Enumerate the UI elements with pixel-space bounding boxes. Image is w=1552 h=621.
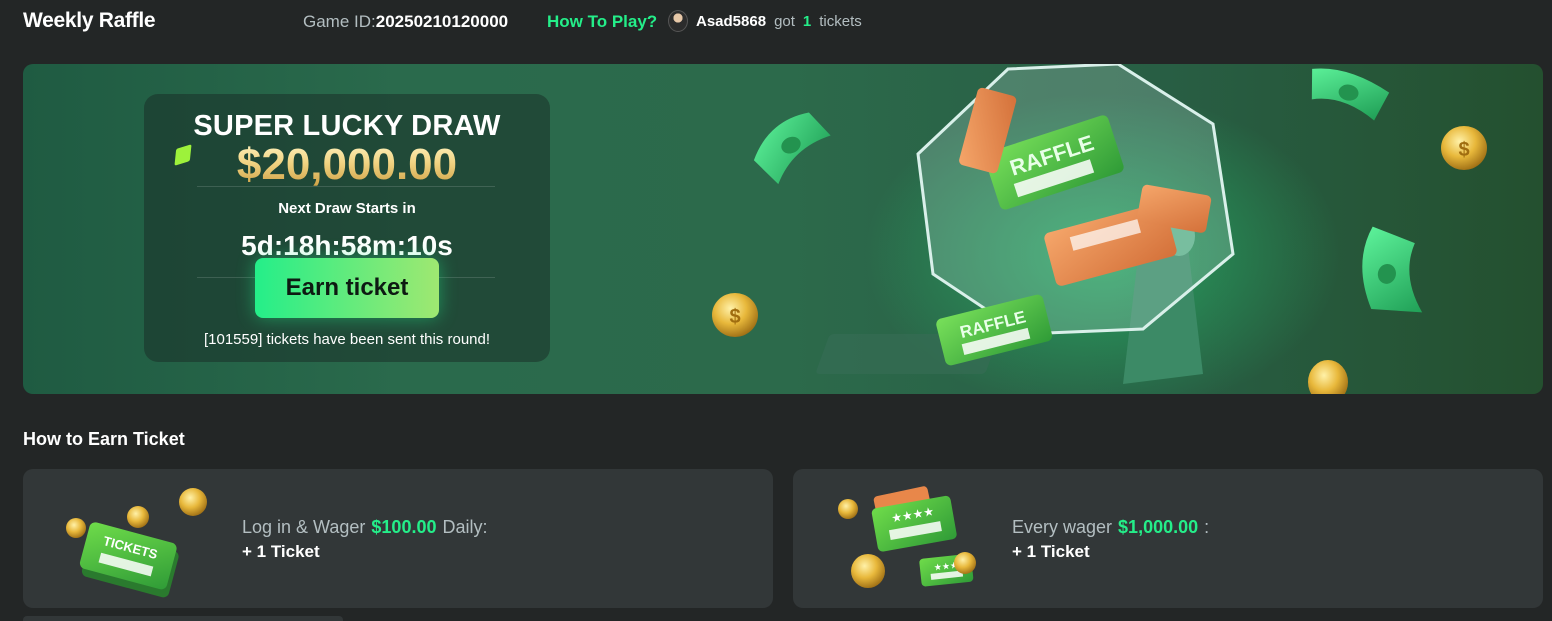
earn-card-daily: TICKETS Log in & Wager $100.00 Daily: + 1 … [23, 469, 773, 608]
divider [197, 186, 495, 187]
game-id: Game ID:20250210120000 [303, 12, 508, 32]
page-title: Weekly Raffle [23, 9, 156, 32]
how-to-play-link[interactable]: How To Play? [547, 12, 657, 32]
rule-prefix: Log in & Wager [242, 517, 366, 537]
rule-reward: + 1 Ticket [242, 542, 320, 561]
ticker-count: 1 [802, 12, 812, 30]
raffle-banner: $ $ RAFFLE RAFFLE SUPER LUCKY DRAW $20,0… [23, 64, 1543, 394]
prize-amount: $20,000.00 [144, 140, 550, 190]
cash-icon [1362, 226, 1423, 313]
draw-title: SUPER LUCKY DRAW [193, 110, 501, 142]
raffle-drum-icon: RAFFLE RAFFLE [816, 64, 1235, 384]
ticker-username: Asad5868 [696, 12, 767, 30]
cash-icon [753, 112, 831, 185]
draw-info-card: SUPER LUCKY DRAW $20,000.00 Next Draw St… [144, 94, 550, 362]
tickets-sent-info: [101559] tickets have been sent this rou… [203, 331, 491, 348]
earn-rule-text: Every wager $1,000.00: [1012, 517, 1209, 538]
rule-amount: $1,000.00 [1118, 517, 1199, 537]
section-title: How to Earn Ticket [23, 429, 185, 449]
earn-ticket-button[interactable]: Earn ticket [255, 258, 439, 318]
rule-reward: + 1 Ticket [1012, 542, 1090, 561]
next-draw-label: Next Draw Starts in [278, 200, 416, 217]
svg-text:$: $ [1458, 139, 1469, 161]
earn-card-wager: ★★★★ ★★★ Every wager $1,000.00: + 1 Ticke… [793, 469, 1543, 608]
avatar [668, 10, 688, 32]
game-id-value: 20250210120000 [375, 12, 509, 31]
top-bar: Weekly Raffle Game ID:20250210120000 How… [0, 0, 1552, 44]
ticker-got: got [774, 12, 795, 30]
coin-icon: $ [1441, 126, 1487, 170]
tickets-coins-icon: ★★★★ ★★★ [838, 486, 976, 588]
rule-prefix: Every wager [1012, 517, 1113, 537]
svg-text:$: $ [729, 306, 740, 328]
game-id-label: Game ID: [303, 12, 376, 31]
winner-ticker: Asad5868 got 1 tickets [668, 10, 862, 32]
ticker-suffix: tickets [819, 12, 862, 30]
rule-amount: $100.00 [371, 517, 437, 537]
tickets-stack-icon: TICKETS [66, 488, 207, 598]
earn-rule-text: Log in & Wager $100.00 Daily: [242, 517, 488, 538]
coin-icon [1308, 360, 1348, 394]
rule-suffix: Daily: [442, 517, 488, 537]
cash-icon [1311, 68, 1390, 121]
rule-suffix: : [1204, 517, 1210, 537]
next-section-edge [23, 616, 343, 621]
coin-icon: $ [712, 293, 758, 337]
